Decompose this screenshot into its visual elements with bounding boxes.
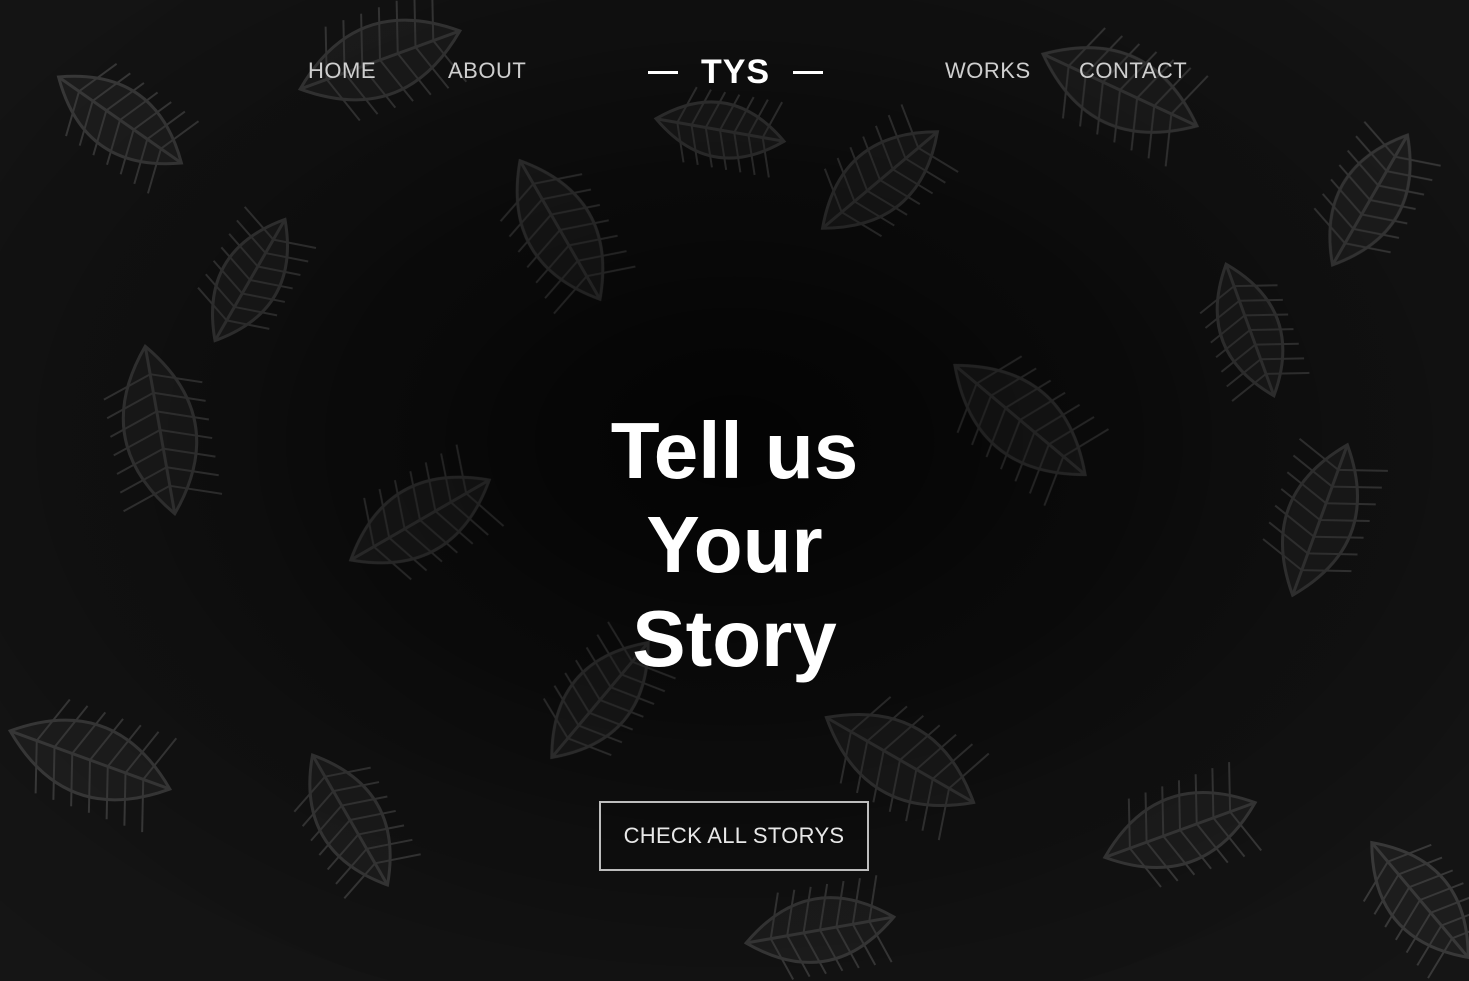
check-all-storys-button[interactable]: CHECK ALL STORYS <box>599 801 869 871</box>
hero-headline: Tell us Your Story <box>0 404 1469 686</box>
hero-section: HOME ABOUT TYS WORKS CONTACT Tell us You… <box>0 0 1469 981</box>
headline-line: Story <box>632 593 837 683</box>
headline-line: Your <box>646 499 823 589</box>
nav-link-home[interactable]: HOME <box>308 58 376 84</box>
nav-link-contact[interactable]: CONTACT <box>1079 58 1187 84</box>
nav-link-about[interactable]: ABOUT <box>448 58 526 84</box>
headline-line: Tell us <box>610 405 859 495</box>
logo-text: TYS <box>700 52 771 91</box>
logo-dash-left <box>648 70 678 74</box>
site-logo[interactable]: TYS <box>648 50 823 94</box>
nav-link-works[interactable]: WORKS <box>945 58 1031 84</box>
logo-dash-right <box>793 70 823 74</box>
